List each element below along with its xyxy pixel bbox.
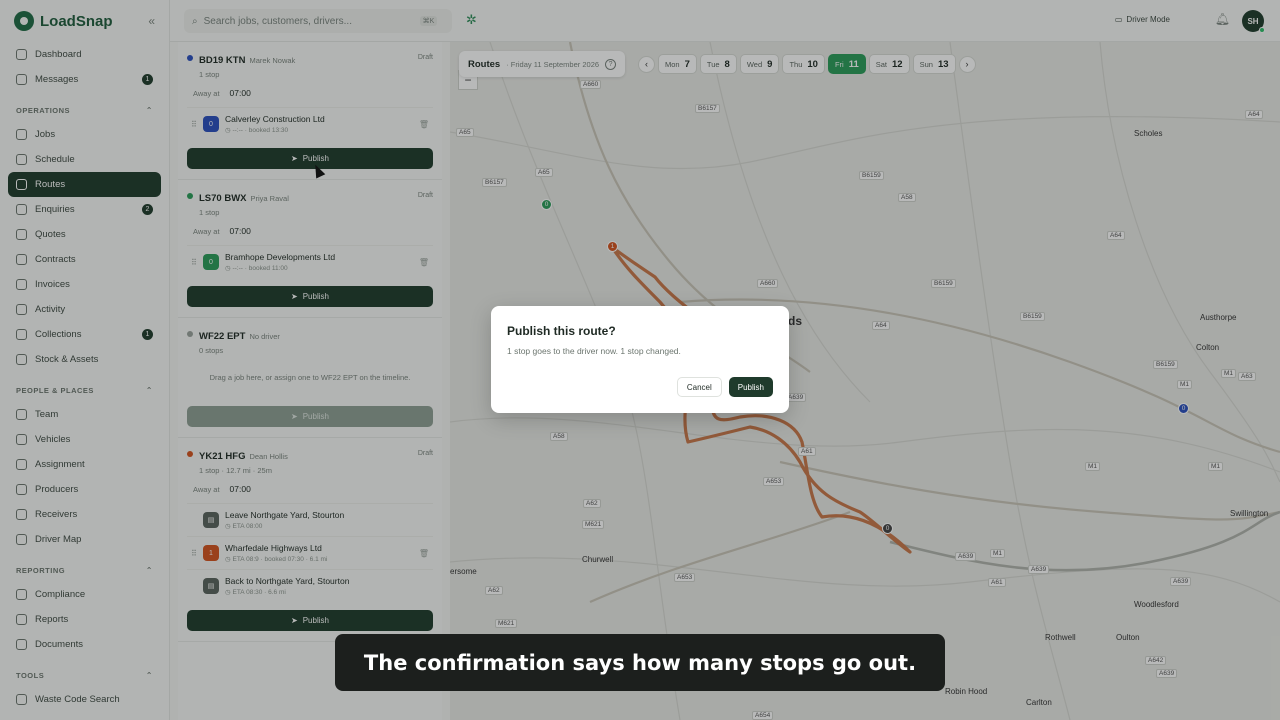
cancel-button[interactable]: Cancel <box>676 377 722 397</box>
confirm-publish-button[interactable]: Publish <box>728 377 773 397</box>
dialog-message: 1 stop goes to the driver now. 1 stop ch… <box>507 346 681 356</box>
publish-confirm-dialog: Publish this route? 1 stop goes to the d… <box>491 306 789 413</box>
video-caption: The confirmation says how many stops go … <box>335 634 945 691</box>
dialog-actions: Cancel Publish <box>676 377 773 397</box>
dialog-title: Publish this route? <box>507 324 616 338</box>
